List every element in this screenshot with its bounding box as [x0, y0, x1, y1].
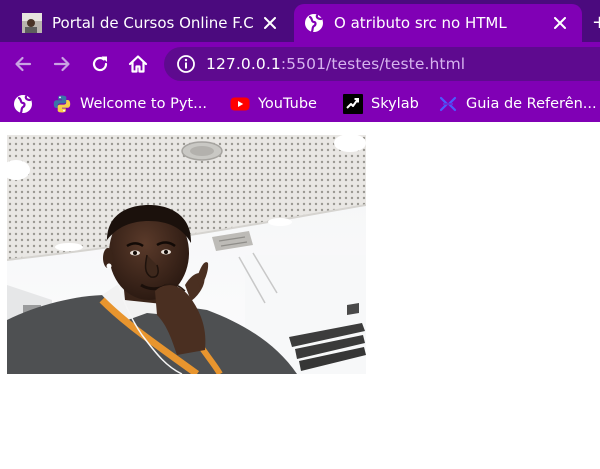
close-tab-icon[interactable] — [260, 13, 280, 33]
globe-icon — [305, 14, 323, 33]
bookmark-guia-referencia[interactable]: Guia de Referên... — [438, 86, 597, 122]
bookmark-label: Guia de Referên... — [466, 96, 597, 112]
home-icon — [128, 55, 148, 73]
address-bar[interactable]: 127.0.0.1:5501/testes/teste.html — [164, 47, 600, 81]
globe-icon[interactable] — [13, 94, 33, 114]
browser-toolbar: 127.0.0.1:5501/testes/teste.html — [0, 42, 600, 86]
youtube-icon — [230, 97, 250, 111]
photo-thumbnail-icon — [22, 13, 42, 33]
back-button[interactable] — [9, 50, 37, 78]
close-tab-icon[interactable] — [550, 13, 570, 33]
arrow-left-icon — [15, 56, 32, 72]
bookmark-youtube[interactable]: YouTube — [230, 86, 317, 122]
bookmarks-bar: Welcome to Pyt... YouTube Skylab Guia de… — [0, 86, 600, 122]
bookmark-skylab[interactable]: Skylab — [343, 86, 419, 122]
bookmark-label: Welcome to Pyt... — [80, 96, 207, 112]
forward-button[interactable] — [48, 50, 76, 78]
python-icon — [53, 95, 71, 113]
home-button[interactable] — [124, 50, 152, 78]
url-text[interactable]: 127.0.0.1:5501/testes/teste.html — [206, 55, 465, 73]
url-host: 127.0.0.1 — [206, 55, 281, 73]
skylab-icon — [343, 94, 363, 114]
tab-title: O atributo src no HTML — [334, 14, 507, 32]
reload-icon — [92, 56, 108, 72]
new-tab-button[interactable]: + — [592, 6, 600, 40]
url-path: :5501/testes/teste.html — [280, 55, 466, 73]
page-content — [0, 122, 600, 469]
bookmark-label: YouTube — [258, 96, 317, 112]
tab-portal-cursos[interactable]: Portal de Cursos Online F.C — [12, 4, 292, 42]
bookmark-label: Skylab — [371, 96, 419, 112]
tab-atributo-src[interactable]: O atributo src no HTML — [294, 4, 582, 42]
guide-icon — [439, 96, 457, 112]
tab-strip: Portal de Cursos Online F.C O atributo s… — [0, 0, 600, 42]
info-icon[interactable] — [176, 54, 196, 74]
arrow-right-icon — [53, 56, 70, 72]
reload-button[interactable] — [86, 50, 114, 78]
bookmark-python[interactable]: Welcome to Pyt... — [52, 86, 207, 122]
selfie-photo — [7, 135, 366, 374]
tab-title: Portal de Cursos Online F.C — [52, 14, 254, 32]
